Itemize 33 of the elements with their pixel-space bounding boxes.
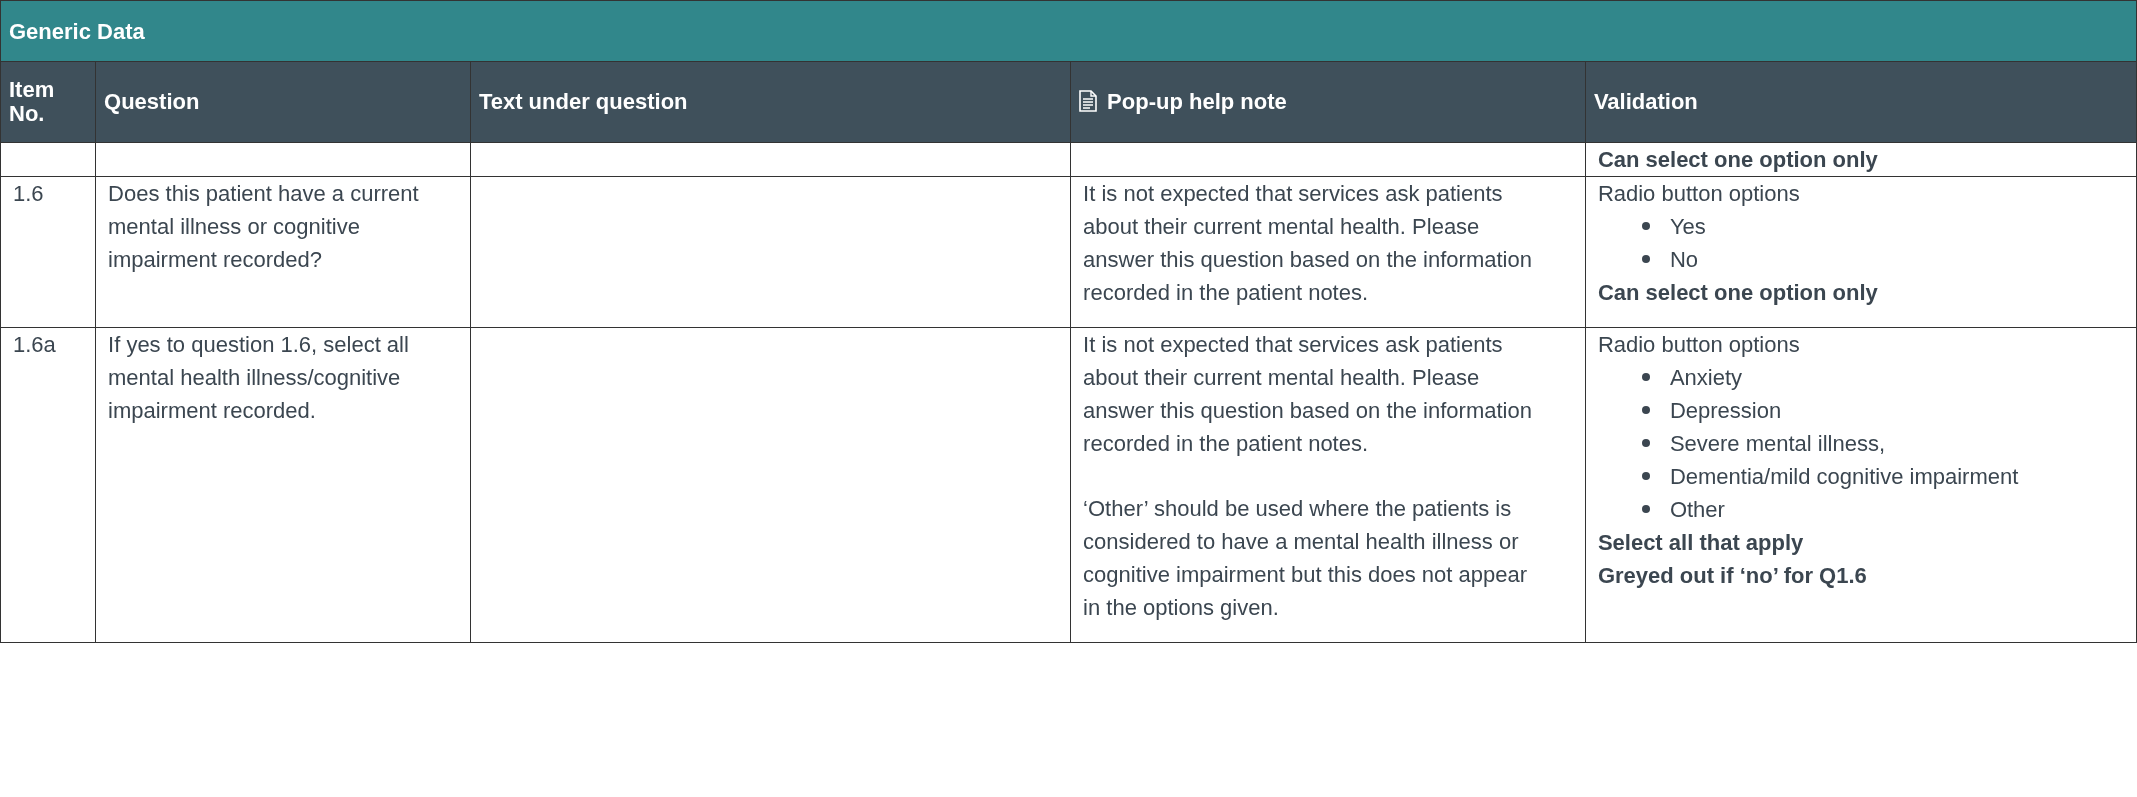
- bullet-icon: [1641, 472, 1650, 480]
- option-text: Yes: [1669, 214, 1706, 239]
- question-text: Does this patient have a current mental illness or cognitive impairment recorded?: [108, 180, 420, 274]
- bullet-icon: [1641, 373, 1650, 381]
- option-text: Depression: [1669, 398, 1782, 423]
- validation-rule: Can select one option only: [1597, 279, 1879, 307]
- option-text: Severe mental illness,: [1669, 431, 1886, 456]
- help-note-text: It is not expected that services ask patients about their current mental health. Please answer this question based on the information recorded in the patient notes.: [1083, 180, 1533, 307]
- option-text: No: [1669, 247, 1698, 272]
- column-header: Question: [95, 61, 471, 143]
- column-header: Text under question: [470, 61, 1071, 143]
- validation-label: Radio button options: [1597, 331, 1801, 359]
- column-header: Pop-up help note: [1070, 61, 1586, 143]
- item-number: 1.6a: [13, 332, 56, 357]
- item-number: 1.6: [13, 181, 44, 206]
- validation-rule: Select all that apply: [1597, 529, 1805, 557]
- bullet-icon: [1641, 222, 1650, 230]
- option-text: Dementia/mild cognitive impairment: [1669, 464, 2019, 489]
- option-text: Anxiety: [1669, 365, 1743, 390]
- column-header: Validation: [1585, 61, 2137, 143]
- validation-rule: Can select one option only: [1597, 146, 1879, 174]
- table-title: Generic Data: [0, 0, 2137, 62]
- bullet-icon: [1641, 439, 1650, 447]
- option-text: Other: [1669, 497, 1725, 522]
- help-note-text: It is not expected that services ask patients about their current mental health. Please answer this question based on the information recorded in the patient notes.: [1083, 331, 1533, 458]
- validation-label: Radio button options: [1597, 180, 1801, 208]
- bullet-icon: [1641, 505, 1650, 513]
- validation-rule: Greyed out if ‘no’ for Q1.6: [1597, 562, 1868, 590]
- question-text: If yes to question 1.6, select all mental health illness/cognitive impairment recorded.: [108, 331, 410, 425]
- bullet-icon: [1641, 255, 1650, 263]
- column-header: Item No.: [0, 61, 96, 143]
- help-note-text: ‘Other’ should be used where the patients is considered to have a mental health illness or cognitive impairment but this does not appear in the options given.: [1083, 495, 1529, 622]
- bullet-icon: [1641, 406, 1650, 414]
